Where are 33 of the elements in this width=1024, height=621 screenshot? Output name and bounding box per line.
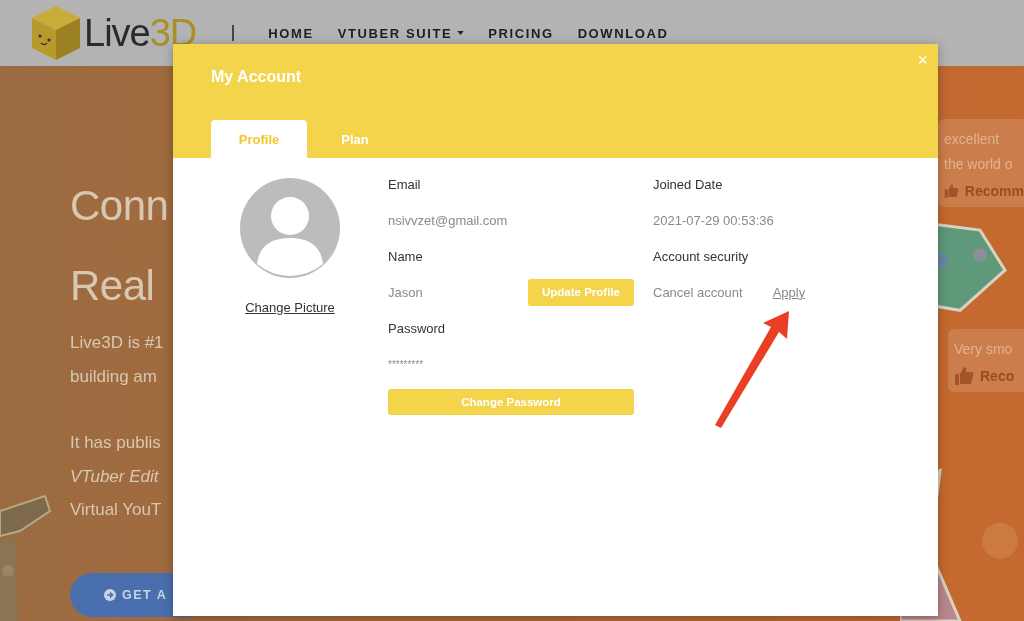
arrow-circle-icon: [104, 588, 116, 601]
field-label: Password: [388, 320, 446, 336]
hero-text: building am: [70, 365, 158, 388]
field-label: Email: [388, 176, 421, 192]
hero-heading: Conn: [70, 181, 170, 231]
review-text: the world o: [944, 155, 1014, 174]
cube-logo-icon[interactable]: [30, 4, 82, 62]
dialog-title: My Account: [211, 68, 303, 86]
hero-heading: Real: [70, 261, 156, 311]
field-value: Jason: [388, 284, 423, 300]
nav-link[interactable]: HOME: [268, 25, 314, 41]
caret-icon: [457, 31, 465, 35]
field-value: nsivvzet@gmail.com: [388, 212, 508, 228]
hero-text: Virtual YouT: [70, 499, 163, 521]
field-value: *********: [388, 358, 424, 370]
nav-link[interactable]: VTUBER SUITE: [337, 25, 465, 41]
hero-text: It has publis: [70, 432, 162, 454]
field-label: Joined Date: [653, 176, 723, 192]
thumbs-up-icon: [944, 181, 959, 201]
nav-link[interactable]: DOWNLOAD: [577, 25, 669, 41]
field-label: Name: [388, 248, 423, 264]
field-value: 2021-07-29 00:53:36: [653, 212, 774, 228]
hero-text: Live3D is #1: [70, 332, 165, 354]
nav-link[interactable]: PRICING: [488, 25, 554, 41]
thumbs-up-icon: [954, 366, 974, 386]
apply-link[interactable]: Apply: [772, 284, 806, 300]
field-label: Account security: [653, 248, 749, 264]
change-picture-link[interactable]: Change Picture: [245, 300, 335, 315]
hero-text: VTuber Edit: [70, 465, 160, 488]
avatar-icon: [240, 178, 340, 278]
field-value: Cancel account: [653, 284, 743, 300]
review-text: excellent: [944, 130, 1001, 149]
review-text: Very smo: [954, 340, 1014, 359]
